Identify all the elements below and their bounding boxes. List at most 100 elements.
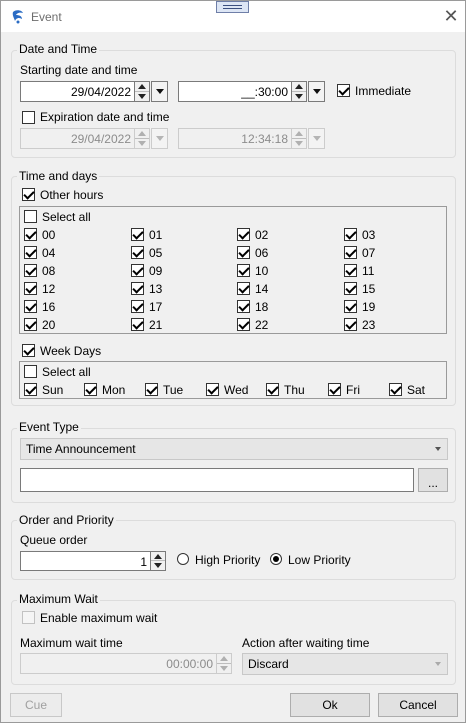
high-priority-radio[interactable] xyxy=(177,553,189,565)
queue-order-field[interactable]: 1 xyxy=(20,551,151,571)
hour-checkbox-01[interactable] xyxy=(131,228,144,241)
hour-checkbox-06[interactable] xyxy=(237,246,250,259)
app-logo-icon xyxy=(12,10,23,24)
day-checkbox-sun[interactable] xyxy=(24,383,37,396)
drag-handle[interactable] xyxy=(216,1,249,13)
max-wait-time-spinner xyxy=(216,653,232,674)
queue-order-label: Queue order xyxy=(20,533,88,547)
hour-label-01: 01 xyxy=(149,228,163,242)
event-type-select[interactable]: Time Announcement xyxy=(20,438,448,460)
hour-checkbox-17[interactable] xyxy=(131,300,144,313)
day-label-sat: Sat xyxy=(407,383,426,397)
enable-max-wait-checkbox[interactable] xyxy=(22,611,35,624)
hour-checkbox-18[interactable] xyxy=(237,300,250,313)
hour-label-12: 12 xyxy=(42,282,56,296)
event-dialog: Event ✕ Date and Time Starting date and … xyxy=(0,0,466,723)
expiration-label: Expiration date and time xyxy=(40,110,170,124)
days-select-all-checkbox[interactable] xyxy=(24,365,37,378)
hour-checkbox-08[interactable] xyxy=(24,264,37,277)
action-after-label: Action after waiting time xyxy=(242,636,370,650)
action-after-select: Discard xyxy=(242,653,448,675)
hour-checkbox-20[interactable] xyxy=(24,318,37,331)
ok-button[interactable]: Ok xyxy=(290,693,370,717)
hour-label-07: 07 xyxy=(362,246,376,260)
hour-checkbox-22[interactable] xyxy=(237,318,250,331)
max-wait-legend: Maximum Wait xyxy=(17,592,100,606)
low-priority-radio[interactable] xyxy=(270,553,282,565)
order-priority-legend: Order and Priority xyxy=(17,513,116,527)
queue-order-spinner[interactable] xyxy=(150,551,166,571)
hour-checkbox-02[interactable] xyxy=(237,228,250,241)
hour-label-04: 04 xyxy=(42,246,56,260)
cancel-button[interactable]: Cancel xyxy=(378,693,458,717)
immediate-label: Immediate xyxy=(355,84,412,98)
start-date-dropdown[interactable] xyxy=(151,81,168,102)
day-checkbox-tue[interactable] xyxy=(145,383,158,396)
hour-checkbox-16[interactable] xyxy=(24,300,37,313)
hour-label-16: 16 xyxy=(42,300,56,314)
event-type-selected: Time Announcement xyxy=(26,442,136,456)
day-checkbox-wed[interactable] xyxy=(206,383,219,396)
day-checkbox-fri[interactable] xyxy=(328,383,341,396)
day-label-mon: Mon xyxy=(102,383,126,397)
hour-checkbox-15[interactable] xyxy=(344,282,357,295)
immediate-checkbox[interactable] xyxy=(337,84,350,97)
event-path-input[interactable] xyxy=(20,468,414,492)
start-date-spinner[interactable] xyxy=(134,81,150,102)
close-icon[interactable]: ✕ xyxy=(441,6,461,26)
date-time-legend: Date and Time xyxy=(17,42,100,56)
start-time-spinner[interactable] xyxy=(291,81,307,102)
chevron-down-icon xyxy=(435,447,441,451)
hour-label-17: 17 xyxy=(149,300,163,314)
hour-label-05: 05 xyxy=(149,246,163,260)
window-title: Event xyxy=(31,10,62,24)
hour-checkbox-19[interactable] xyxy=(344,300,357,313)
hour-checkbox-12[interactable] xyxy=(24,282,37,295)
exp-time-field: 12:34:18 xyxy=(178,128,292,149)
other-hours-label: Other hours xyxy=(40,188,104,202)
hour-checkbox-21[interactable] xyxy=(131,318,144,331)
day-checkbox-mon[interactable] xyxy=(84,383,97,396)
max-wait-time-field: 00:00:00 xyxy=(20,653,217,674)
hour-label-21: 21 xyxy=(149,318,163,332)
chevron-down-icon xyxy=(312,89,321,94)
hour-checkbox-13[interactable] xyxy=(131,282,144,295)
hour-checkbox-14[interactable] xyxy=(237,282,250,295)
hour-checkbox-04[interactable] xyxy=(24,246,37,259)
event-type-legend: Event Type xyxy=(17,420,81,434)
chevron-down-icon xyxy=(435,662,441,666)
exp-date-dropdown xyxy=(151,128,168,149)
week-days-checkbox[interactable] xyxy=(22,344,35,357)
expiration-checkbox[interactable] xyxy=(22,111,35,124)
day-checkbox-sat[interactable] xyxy=(389,383,402,396)
chevron-down-icon xyxy=(312,136,321,141)
order-priority-group xyxy=(11,520,456,580)
hour-label-06: 06 xyxy=(255,246,269,260)
hour-label-14: 14 xyxy=(255,282,269,296)
hour-checkbox-23[interactable] xyxy=(344,318,357,331)
day-checkbox-thu[interactable] xyxy=(266,383,279,396)
chevron-down-icon xyxy=(155,89,164,94)
hours-select-all-checkbox[interactable] xyxy=(24,210,37,223)
hour-checkbox-10[interactable] xyxy=(237,264,250,277)
time-days-legend: Time and days xyxy=(17,169,100,183)
other-hours-checkbox[interactable] xyxy=(22,188,35,201)
day-label-thu: Thu xyxy=(284,383,305,397)
hour-label-20: 20 xyxy=(42,318,56,332)
browse-button[interactable]: ... xyxy=(418,468,448,492)
hour-checkbox-00[interactable] xyxy=(24,228,37,241)
day-label-sun: Sun xyxy=(42,383,64,397)
hour-checkbox-09[interactable] xyxy=(131,264,144,277)
hour-label-10: 10 xyxy=(255,264,269,278)
hour-checkbox-11[interactable] xyxy=(344,264,357,277)
hour-checkbox-05[interactable] xyxy=(131,246,144,259)
start-date-field[interactable]: 29/04/2022 xyxy=(20,81,135,102)
hour-label-02: 02 xyxy=(255,228,269,242)
start-time-field[interactable]: __:30:00 xyxy=(178,81,292,102)
day-label-wed: Wed xyxy=(224,383,249,397)
start-time-dropdown[interactable] xyxy=(308,81,325,102)
hour-checkbox-07[interactable] xyxy=(344,246,357,259)
hour-checkbox-03[interactable] xyxy=(344,228,357,241)
cue-button[interactable]: Cue xyxy=(10,693,62,717)
max-wait-time-label: Maximum wait time xyxy=(20,636,123,650)
